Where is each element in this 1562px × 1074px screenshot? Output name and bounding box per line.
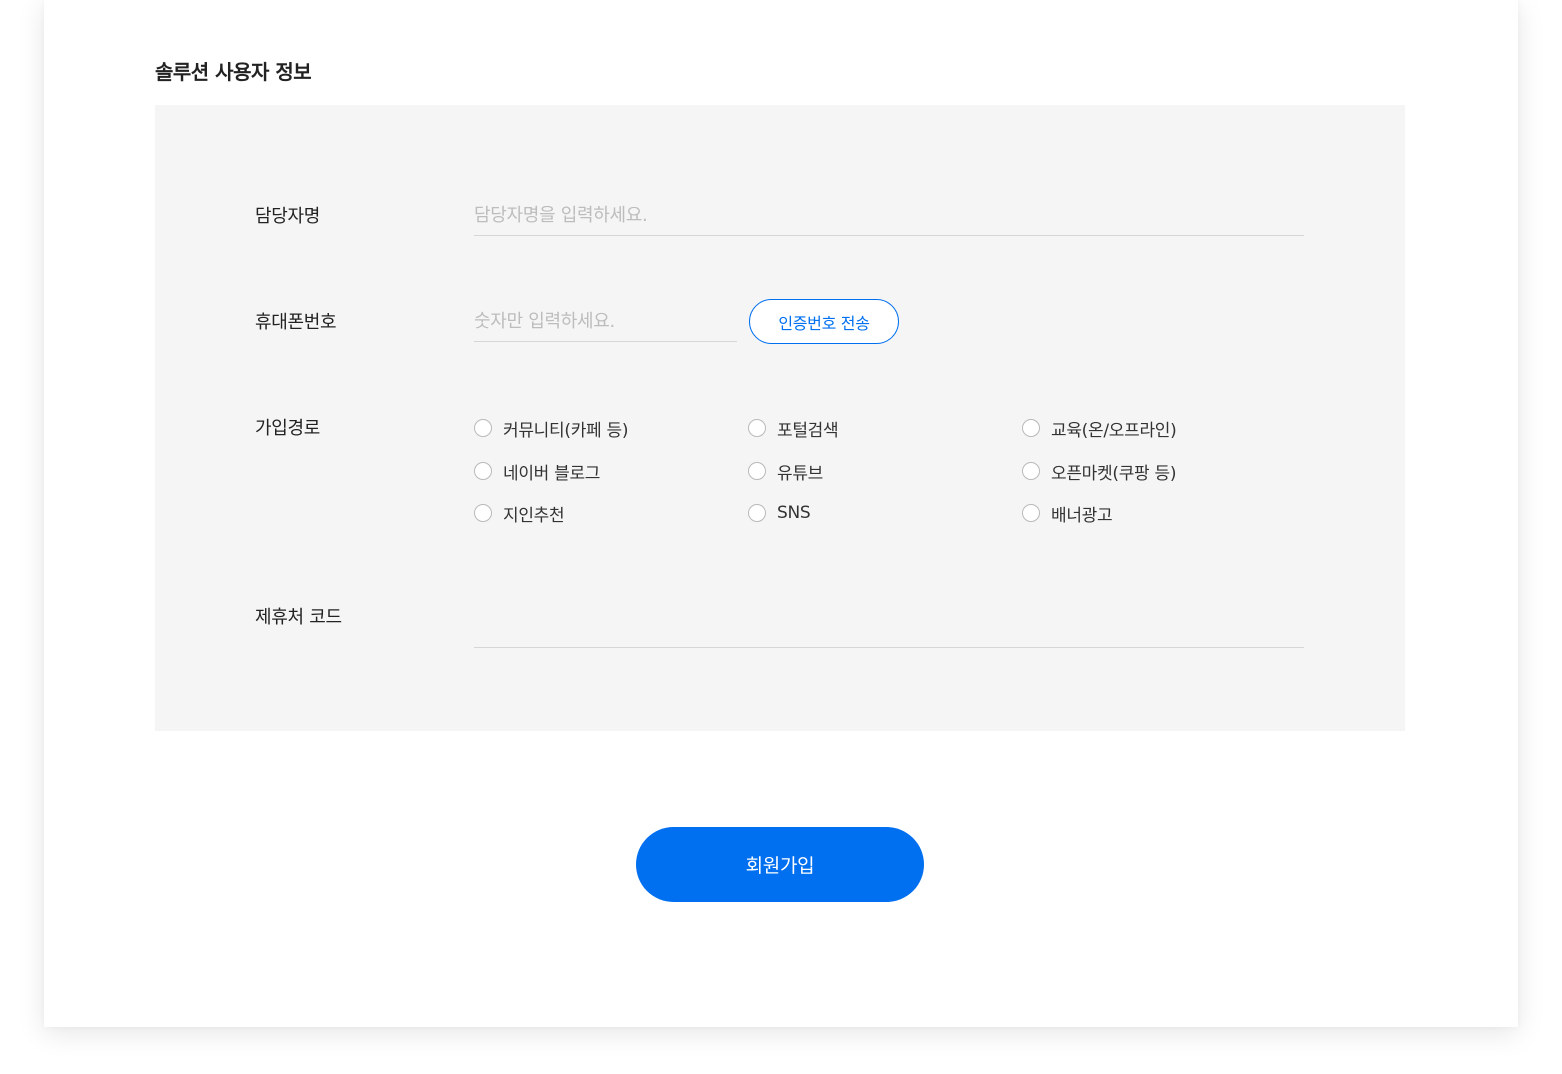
radio-icon[interactable] [474, 462, 492, 480]
partner-code-label: 제휴처 코드 [255, 607, 342, 628]
radio-label: 오픈마켓(쿠팡 등) [1051, 463, 1177, 484]
send-verification-button[interactable]: 인증번호 전송 [749, 299, 899, 344]
radio-icon[interactable] [748, 462, 766, 480]
radio-icon[interactable] [474, 419, 492, 437]
radio-label: 커뮤니티(카페 등) [503, 420, 629, 441]
signup-path-option-referral[interactable]: 지인추천 [474, 501, 565, 526]
radio-label: 유튜브 [777, 463, 824, 484]
signup-button[interactable]: 회원가입 [636, 827, 924, 902]
phone-input[interactable] [474, 301, 737, 342]
radio-icon[interactable] [1022, 462, 1040, 480]
manager-name-label: 담당자명 [255, 206, 321, 227]
phone-label: 휴대폰번호 [255, 312, 337, 333]
radio-label: 지인추천 [503, 505, 565, 526]
signup-path-option-education[interactable]: 교육(온/오프라인) [1022, 416, 1177, 441]
radio-label: 포털검색 [777, 420, 839, 441]
radio-icon[interactable] [1022, 419, 1040, 437]
radio-label: 배너광고 [1051, 505, 1113, 526]
radio-icon[interactable] [748, 504, 766, 522]
radio-label: 교육(온/오프라인) [1051, 420, 1177, 441]
signup-path-option-banner-ad[interactable]: 배너광고 [1022, 501, 1113, 526]
page-container: 솔루션 사용자 정보 담당자명 휴대폰번호 인증번호 전송 가입경로 커뮤니티(… [44, 0, 1518, 1027]
signup-path-option-naver-blog[interactable]: 네이버 블로그 [474, 459, 601, 484]
signup-path-option-open-market[interactable]: 오픈마켓(쿠팡 등) [1022, 459, 1177, 484]
radio-icon[interactable] [474, 504, 492, 522]
radio-label: SNS [777, 503, 811, 523]
manager-name-input[interactable] [474, 195, 1304, 236]
partner-code-input[interactable] [474, 607, 1304, 648]
signup-path-option-sns[interactable]: SNS [748, 501, 811, 525]
signup-path-label: 가입경로 [255, 418, 321, 439]
signup-path-option-community[interactable]: 커뮤니티(카페 등) [474, 416, 629, 441]
section-title: 솔루션 사용자 정보 [155, 60, 312, 84]
radio-icon[interactable] [1022, 504, 1040, 522]
signup-path-option-portal-search[interactable]: 포털검색 [748, 416, 839, 441]
signup-path-option-youtube[interactable]: 유튜브 [748, 459, 824, 484]
radio-label: 네이버 블로그 [503, 463, 601, 484]
user-info-form-panel: 담당자명 휴대폰번호 인증번호 전송 가입경로 커뮤니티(카페 등) 포털검색 … [155, 105, 1405, 731]
radio-icon[interactable] [748, 419, 766, 437]
